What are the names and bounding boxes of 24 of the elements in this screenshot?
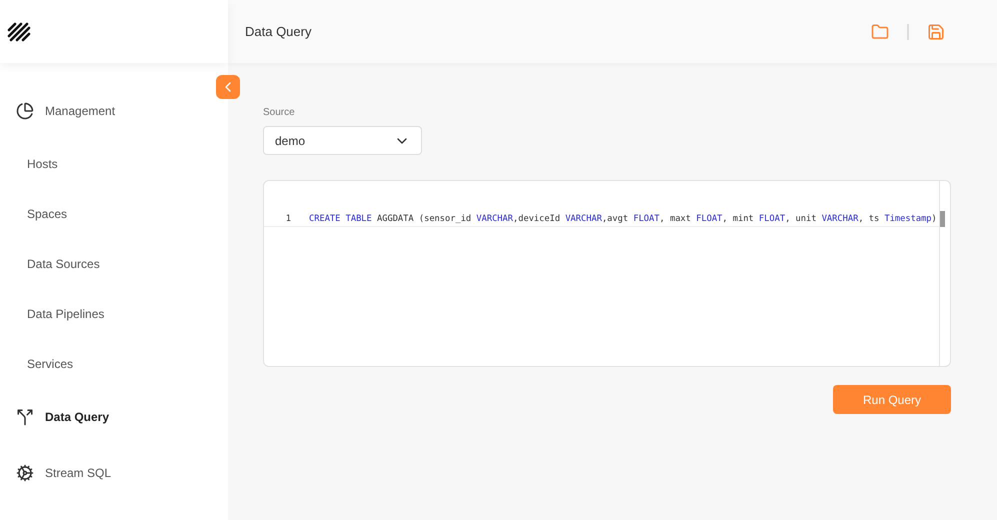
sidebar-item[interactable]: Data Query	[45, 408, 110, 426]
sidebar-item[interactable]: Hosts	[27, 155, 58, 173]
sidebar-item[interactable]: Data Pipelines	[27, 305, 104, 323]
line-number: 1	[284, 212, 292, 226]
sidebar-item[interactable]: Data Sources	[27, 255, 100, 273]
sidebar-item[interactable]: Services	[27, 355, 74, 373]
folder-icon	[871, 22, 889, 40]
split-arrows-icon	[16, 408, 34, 426]
save-icon	[927, 22, 945, 40]
logo-icon	[7, 20, 31, 44]
page-title: Data Query	[245, 22, 312, 41]
save-button[interactable]	[927, 22, 945, 40]
pie-chart-icon	[16, 102, 34, 120]
scrollbar-thumb[interactable]	[940, 211, 945, 227]
sidebar-item[interactable]: Management	[45, 102, 116, 120]
query-editor[interactable]: 1 CREATE TABLE AGGDATA (sensor_id VARCHAR,deviceId VARCHAR,avgt FLOAT, maxt FLOAT, mint FLOAT, unit VARCHAR, ts Timestamp)	[263, 180, 951, 367]
source-label: Source	[263, 106, 296, 120]
code-line: CREATE TABLE AGGDATA (sensor_id VARCHAR,deviceId VARCHAR,avgt FLOAT, maxt FLOAT, mint FLOAT, unit VARCHAR, ts Timestamp)	[309, 212, 937, 226]
open-folder-button[interactable]	[871, 22, 889, 40]
collapse-sidebar-button[interactable]	[216, 75, 240, 99]
sidebar-item[interactable]: Spaces	[27, 205, 68, 223]
sidebar-item[interactable]: Stream SQL	[45, 464, 112, 482]
gears-icon	[16, 464, 34, 482]
source-select[interactable]: demo	[263, 126, 422, 155]
